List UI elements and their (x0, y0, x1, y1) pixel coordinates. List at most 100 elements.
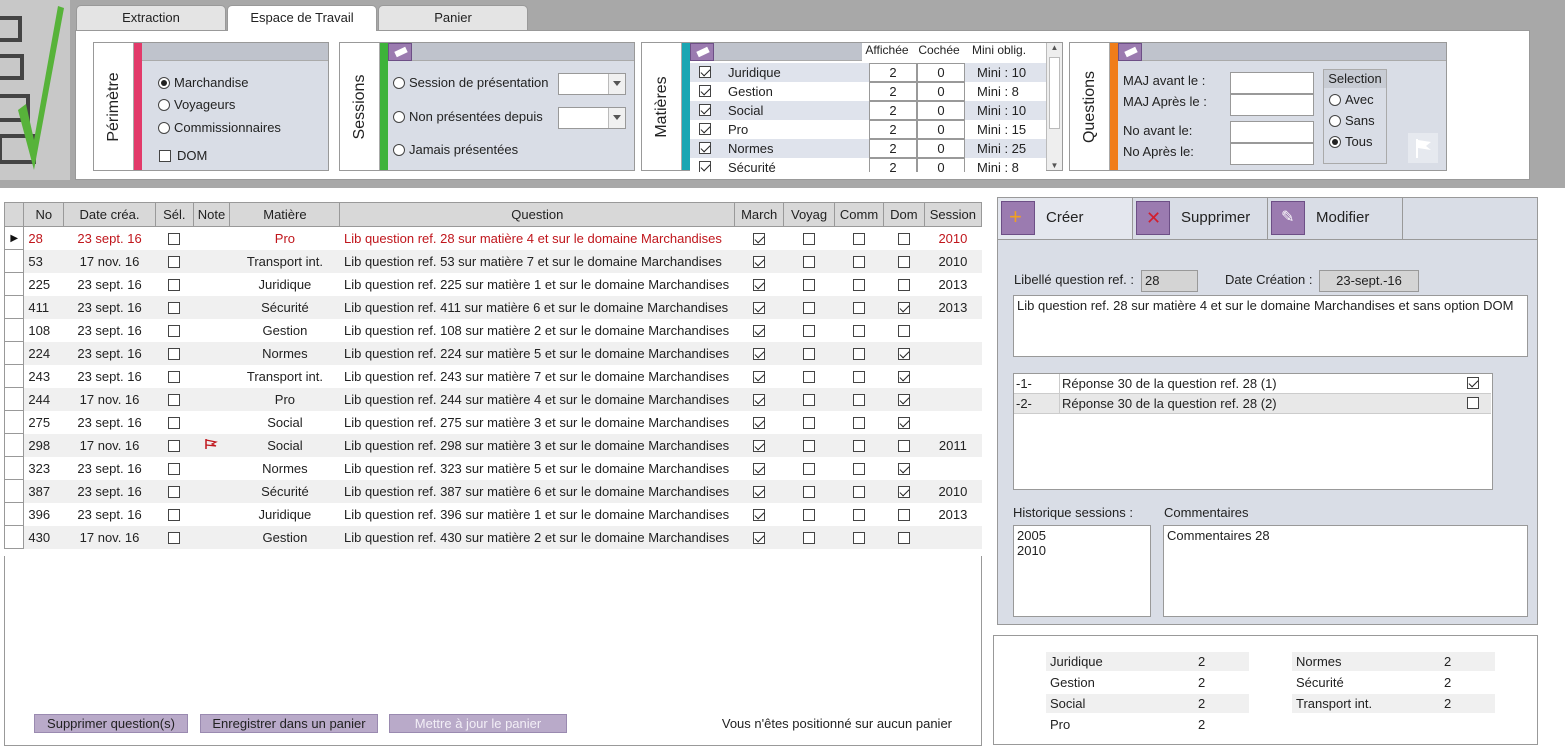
voyag-checkbox[interactable] (803, 232, 816, 245)
table-row[interactable]: 430 17 nov. 16 Gestion Lib question ref. 43… (3, 525, 982, 549)
flag-icon[interactable] (1408, 133, 1438, 163)
comm-checkbox[interactable] (853, 347, 866, 360)
voyag-checkbox[interactable] (803, 439, 816, 452)
col-note[interactable]: Note (192, 202, 231, 227)
voyag-checkbox[interactable] (803, 347, 816, 360)
col-sel[interactable]: Sél. (154, 202, 194, 227)
matiere-row[interactable]: Social 2 0 Mini : 10 (690, 101, 1046, 120)
comm-checkbox[interactable] (853, 278, 866, 291)
select-checkbox[interactable] (168, 232, 181, 245)
radio-sans[interactable]: Sans (1324, 107, 1386, 128)
comm-checkbox[interactable] (853, 393, 866, 406)
voyag-checkbox[interactable] (803, 485, 816, 498)
matiere-row[interactable]: Juridique 2 0 Mini : 10 (690, 63, 1046, 82)
table-row[interactable]: 225 23 sept. 16 Juridique Lib question ref.… (3, 272, 982, 296)
edit-icon[interactable] (690, 43, 714, 61)
no-avant-input[interactable] (1230, 121, 1314, 143)
maj-apres-input[interactable] (1230, 94, 1314, 116)
dom-checkbox[interactable] (897, 508, 910, 521)
maj-avant-input[interactable] (1230, 72, 1314, 94)
select-checkbox[interactable] (168, 462, 181, 475)
comm-checkbox[interactable] (853, 531, 866, 544)
dom-checkbox[interactable] (897, 393, 910, 406)
dom-checkbox[interactable] (897, 416, 910, 429)
march-checkbox[interactable] (753, 462, 766, 475)
voyag-checkbox[interactable] (803, 370, 816, 383)
table-row[interactable]: 244 17 nov. 16 Pro Lib question ref. 244 su… (3, 387, 982, 411)
tab-espace-de-travail[interactable]: Espace de Travail (227, 5, 377, 31)
select-checkbox[interactable] (168, 324, 181, 337)
table-row[interactable]: 298 17 nov. 16 Social Lib question ref. 298… (3, 433, 982, 457)
modify-tab[interactable]: ✎ Modifier (1268, 198, 1403, 240)
dom-checkbox[interactable] (897, 278, 910, 291)
matiere-affichee[interactable]: 2 (869, 158, 917, 172)
march-checkbox[interactable] (753, 508, 766, 521)
matiere-checkbox[interactable] (699, 85, 711, 97)
dom-checkbox[interactable] (897, 485, 910, 498)
question-text-area[interactable]: Lib question ref. 28 sur matière 4 et su… (1013, 295, 1528, 357)
commentaires-area[interactable]: Commentaires 28 (1163, 525, 1528, 617)
comm-checkbox[interactable] (853, 416, 866, 429)
col-session[interactable]: Session (923, 202, 983, 227)
voyag-checkbox[interactable] (803, 416, 816, 429)
matiere-checkbox[interactable] (699, 142, 711, 154)
matiere-affichee[interactable]: 2 (869, 82, 917, 101)
tab-extraction[interactable]: Extraction (76, 5, 226, 30)
delete-questions-button[interactable]: Supprimer question(s) (34, 714, 188, 733)
radio-commissionnaires[interactable]: Commissionnaires (158, 120, 281, 135)
matiere-row[interactable]: Pro 2 0 Mini : 15 (690, 120, 1046, 139)
no-apres-input[interactable] (1230, 143, 1314, 165)
march-checkbox[interactable] (753, 347, 766, 360)
comm-checkbox[interactable] (853, 370, 866, 383)
voyag-checkbox[interactable] (803, 393, 816, 406)
voyag-checkbox[interactable] (803, 508, 816, 521)
march-checkbox[interactable] (753, 485, 766, 498)
matiere-checkbox[interactable] (699, 161, 711, 172)
col-question[interactable]: Question (339, 202, 736, 227)
voyag-checkbox[interactable] (803, 462, 816, 475)
col-comm[interactable]: Comm (834, 202, 885, 227)
matiere-row[interactable]: Normes 2 0 Mini : 25 (690, 139, 1046, 158)
historique-item[interactable]: 2005 (1017, 528, 1147, 543)
radio-marchandise[interactable]: Marchandise (158, 75, 248, 90)
answer-row[interactable]: -1- Réponse 30 de la question ref. 28 (1… (1014, 374, 1491, 394)
dom-checkbox[interactable] (897, 255, 910, 268)
comm-checkbox[interactable] (853, 462, 866, 475)
dom-checkbox[interactable] (897, 347, 910, 360)
edit-icon[interactable] (388, 43, 412, 61)
radio-avec[interactable]: Avec (1324, 88, 1386, 107)
radio-jamais-presentees[interactable]: Jamais présentées (393, 142, 518, 157)
matiere-checkbox[interactable] (699, 104, 711, 116)
historique-item[interactable]: 2010 (1017, 543, 1147, 558)
matiere-affichee[interactable]: 2 (869, 63, 917, 82)
comm-checkbox[interactable] (853, 301, 866, 314)
table-row[interactable]: 411 23 sept. 16 Sécurité Lib question ref. … (3, 295, 982, 319)
dom-checkbox[interactable] (897, 232, 910, 245)
march-checkbox[interactable] (753, 278, 766, 291)
dom-checkbox[interactable] (897, 462, 910, 475)
select-checkbox[interactable] (168, 393, 181, 406)
radio-voyageurs[interactable]: Voyageurs (158, 97, 235, 112)
select-checkbox[interactable] (168, 439, 181, 452)
radio-session-presentation[interactable]: Session de présentation (393, 75, 548, 90)
march-checkbox[interactable] (753, 301, 766, 314)
voyag-checkbox[interactable] (803, 255, 816, 268)
march-checkbox[interactable] (753, 255, 766, 268)
table-row[interactable]: 53 17 nov. 16 Transport int. Lib question r… (3, 249, 982, 273)
march-checkbox[interactable] (753, 324, 766, 337)
select-checkbox[interactable] (168, 531, 181, 544)
matiere-affichee[interactable]: 2 (869, 139, 917, 158)
historique-list[interactable]: 2005 2010 (1013, 525, 1151, 617)
table-row[interactable]: 275 23 sept. 16 Social Lib question ref. 27… (3, 410, 982, 434)
march-checkbox[interactable] (753, 393, 766, 406)
session-presentation-select[interactable] (558, 73, 626, 95)
table-row[interactable]: 387 23 sept. 16 Sécurité Lib question ref. … (3, 479, 982, 503)
edit-icon[interactable] (1118, 43, 1142, 61)
table-row[interactable]: 396 23 sept. 16 Juridique Lib question ref.… (3, 502, 982, 526)
select-checkbox[interactable] (168, 485, 181, 498)
update-basket-button[interactable]: Mettre à jour le panier (389, 714, 567, 733)
table-row[interactable]: ▶ 28 23 sept. 16 Pro Lib question ref. 28 su… (3, 226, 982, 250)
tab-panier[interactable]: Panier (378, 5, 528, 30)
select-checkbox[interactable] (168, 370, 181, 383)
col-march[interactable]: March (734, 202, 785, 227)
